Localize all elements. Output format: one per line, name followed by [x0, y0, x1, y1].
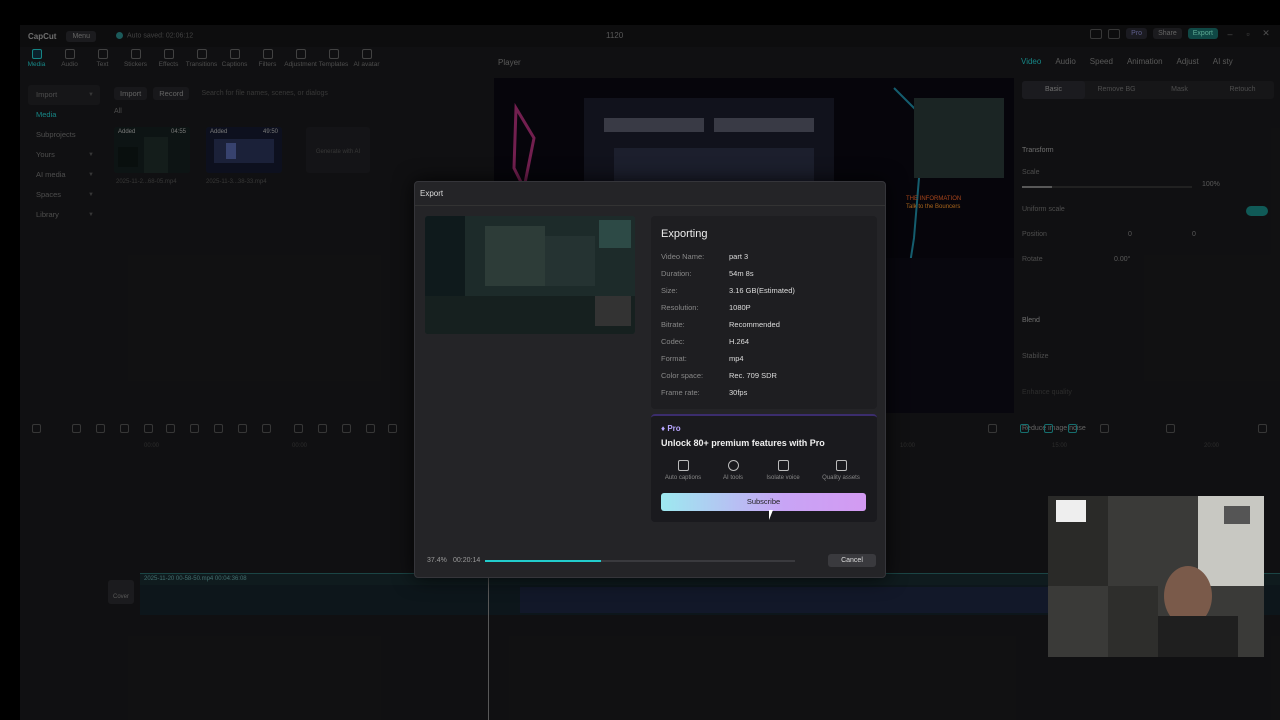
- feature-label: Isolate voice: [766, 475, 800, 481]
- pro-badge-label: Pro: [667, 424, 681, 433]
- webcam-overlay: [1048, 496, 1264, 657]
- export-dialog: Export Exporting Video Name: part 3 Dura…: [414, 181, 886, 578]
- voice-icon: [777, 460, 789, 471]
- feature-ai-tools: AI tools: [707, 460, 759, 481]
- image-icon: [835, 460, 847, 471]
- feature-label: Auto captions: [664, 475, 702, 481]
- divider: [415, 205, 885, 206]
- info-label: Bitrate:: [661, 320, 685, 329]
- info-label: Format:: [661, 354, 687, 363]
- info-value: mp4: [729, 354, 744, 363]
- export-progress-fill: [485, 560, 601, 562]
- export-progress-bar: [485, 560, 795, 562]
- feature-auto-captions: Auto captions: [657, 460, 709, 481]
- info-label: Size:: [661, 286, 678, 295]
- export-status: Exporting: [661, 228, 708, 240]
- progress-percent: 37.4%: [427, 557, 447, 564]
- feature-label: AI tools: [722, 475, 743, 481]
- magic-wand-icon: [727, 460, 739, 471]
- info-label: Color space:: [661, 371, 704, 380]
- info-value: part 3: [729, 252, 749, 261]
- info-value: 30fps: [729, 388, 748, 397]
- info-value: Recommended: [729, 320, 780, 329]
- preview-frame: [425, 216, 635, 334]
- webcam-feed: [1048, 496, 1264, 657]
- info-label: Video Name:: [661, 252, 705, 261]
- info-value: H.264: [729, 337, 750, 346]
- info-label: Resolution:: [661, 303, 699, 312]
- export-preview: [425, 216, 635, 334]
- progress-elapsed: 00:20:14: [453, 557, 481, 564]
- info-value: 3.16 GB(Estimated): [729, 286, 795, 295]
- export-dialog-title: Export: [420, 189, 444, 198]
- feature-isolate-voice: Isolate voice: [757, 460, 809, 481]
- pro-upsell: ♦ Pro Unlock 80+ premium features with P…: [651, 414, 877, 522]
- info-value: 1080P: [729, 303, 751, 312]
- captions-grid-icon: [677, 460, 689, 471]
- pro-badge: ♦ Pro: [661, 424, 681, 433]
- info-label: Frame rate:: [661, 388, 700, 397]
- mouse-cursor-icon: [769, 510, 777, 520]
- feature-quality-assets: Quality assets: [815, 460, 867, 481]
- info-value: Rec. 709 SDR: [729, 371, 777, 380]
- info-label: Duration:: [661, 269, 692, 278]
- cancel-button[interactable]: Cancel: [828, 554, 876, 567]
- export-info-panel: Exporting Video Name: part 3 Duration: 5…: [651, 216, 877, 409]
- info-value: 54m 8s: [729, 269, 754, 278]
- feature-label: Quality assets: [822, 475, 860, 481]
- subscribe-button[interactable]: Subscribe: [661, 493, 866, 511]
- info-label: Codec:: [661, 337, 685, 346]
- pro-headline: Unlock 80+ premium features with Pro: [661, 438, 825, 448]
